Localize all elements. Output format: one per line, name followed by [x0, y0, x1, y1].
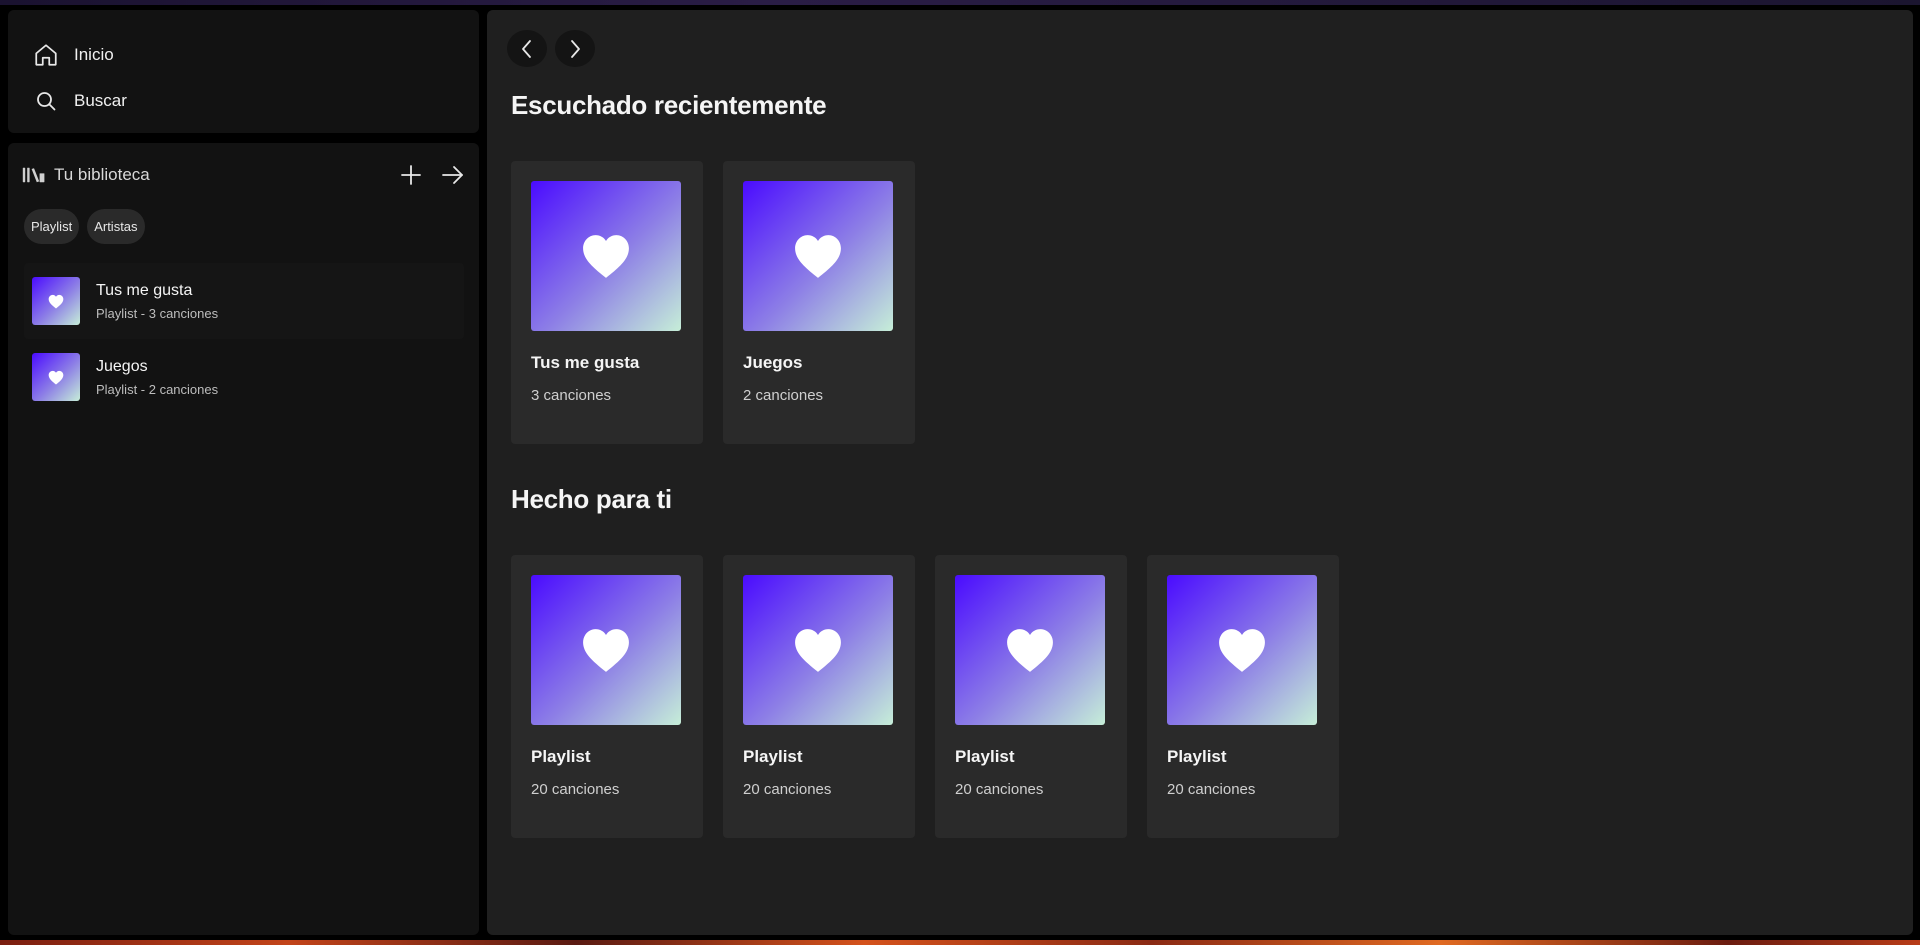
playlist-card[interactable]: Playlist 20 canciones: [723, 555, 915, 838]
playlist-cover: [531, 181, 681, 331]
playlist-card[interactable]: Playlist 20 canciones: [1147, 555, 1339, 838]
card-title: Playlist: [531, 747, 591, 766]
library-item-juegos[interactable]: Juegos Playlist - 2 canciones: [24, 339, 464, 415]
card-title: Playlist: [1167, 747, 1227, 766]
card-subtitle: 20 canciones: [743, 781, 832, 798]
heart-icon: [583, 235, 629, 278]
home-icon: [32, 41, 60, 69]
heart-icon: [1219, 629, 1265, 672]
window-bottom-strip: [0, 940, 1920, 945]
nav-item-label: Inicio: [74, 45, 114, 64]
library-item-subtitle: Playlist - 2 canciones: [96, 381, 219, 397]
section-title-made-for-you: Hecho para ti: [511, 484, 672, 514]
card-title: Playlist: [743, 747, 803, 766]
heart-icon: [48, 370, 64, 384]
playlist-cover: [1167, 575, 1317, 725]
filter-chip-artistas[interactable]: Artistas: [87, 209, 145, 244]
library-filters: Playlist Artistas: [24, 209, 145, 244]
recent-cards: Tus me gusta 3 canciones Juegos 2 cancio…: [511, 161, 915, 444]
nav-item-inicio[interactable]: Inicio: [32, 32, 479, 78]
playlist-cover: [32, 277, 80, 325]
heart-icon: [48, 294, 64, 308]
heart-icon: [795, 629, 841, 672]
back-button[interactable]: [507, 30, 547, 67]
main-content: Escuchado recientemente Tus me gusta 3 c…: [487, 10, 1913, 935]
playlist-card[interactable]: Playlist 20 canciones: [511, 555, 703, 838]
playlist-cover: [531, 575, 681, 725]
library-title: Tu biblioteca: [54, 165, 150, 184]
card-subtitle: 3 canciones: [531, 387, 612, 404]
chevron-left-icon: [522, 39, 531, 58]
nav-item-buscar[interactable]: Buscar: [32, 78, 479, 124]
card-subtitle: 2 canciones: [743, 387, 824, 404]
card-title: Juegos: [743, 353, 803, 372]
playlist-card[interactable]: Tus me gusta 3 canciones: [511, 161, 703, 444]
card-title: Playlist: [955, 747, 1015, 766]
window-top-strip: [0, 0, 1920, 5]
add-playlist-button[interactable]: [399, 163, 423, 187]
playlist-card[interactable]: Playlist 20 canciones: [935, 555, 1127, 838]
chevron-right-icon: [571, 39, 580, 58]
library-item-name: Juegos: [96, 357, 148, 375]
nav-item-label: Buscar: [74, 91, 127, 110]
playlist-cover: [743, 181, 893, 331]
library-list: Tus me gusta Playlist - 3 canciones Jueg…: [24, 263, 464, 415]
heart-icon: [583, 629, 629, 672]
library-item-name: Tus me gusta: [96, 281, 193, 299]
playlist-cover: [743, 575, 893, 725]
nav-panel: Inicio Buscar: [8, 10, 479, 133]
library-item-subtitle: Playlist - 3 canciones: [96, 305, 219, 321]
heart-icon: [795, 235, 841, 278]
forward-button[interactable]: [555, 30, 595, 67]
card-title: Tus me gusta: [531, 353, 640, 372]
playlist-cover: [32, 353, 80, 401]
library-icon[interactable]: [22, 163, 46, 187]
card-subtitle: 20 canciones: [955, 781, 1044, 798]
filter-chip-playlist[interactable]: Playlist: [24, 209, 80, 244]
card-subtitle: 20 canciones: [1167, 781, 1256, 798]
expand-library-button[interactable]: [441, 163, 465, 187]
card-subtitle: 20 canciones: [531, 781, 620, 798]
search-icon: [32, 87, 60, 115]
playlist-cover: [955, 575, 1105, 725]
library-item-tus-me-gusta[interactable]: Tus me gusta Playlist - 3 canciones: [24, 263, 464, 339]
playlist-card[interactable]: Juegos 2 canciones: [723, 161, 915, 444]
heart-icon: [1007, 629, 1053, 672]
made-for-you-cards: Playlist 20 canciones Playlist 20 cancio…: [511, 555, 1339, 838]
library-panel: Tu biblioteca Playlist Artistas Tus me g…: [8, 143, 479, 935]
library-header: Tu biblioteca: [22, 159, 465, 191]
section-title-recent: Escuchado recientemente: [511, 90, 827, 120]
